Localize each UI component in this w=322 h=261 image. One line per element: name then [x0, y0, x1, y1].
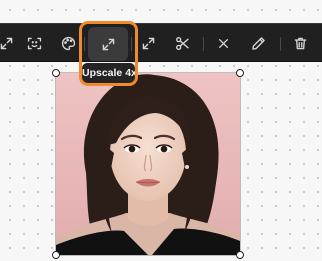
pencil-icon [251, 36, 265, 50]
scissors-icon [175, 36, 189, 50]
close-button[interactable] [211, 31, 235, 55]
resize-handle-bottom-left[interactable] [52, 251, 60, 259]
crop-expand-button[interactable] [136, 31, 160, 55]
trash-icon [294, 37, 306, 49]
resize-handle-bottom-right[interactable] [236, 251, 244, 259]
cut-button[interactable] [170, 31, 194, 55]
crop-expand-icon [142, 37, 154, 49]
upscale-arrows-icon [102, 38, 114, 50]
close-icon [218, 38, 228, 48]
color-palette-button[interactable] [56, 31, 80, 55]
delete-button[interactable] [288, 31, 312, 55]
toolbar-divider [131, 37, 132, 51]
toolbar-divider [280, 37, 281, 51]
resize-handle-top-right[interactable] [236, 69, 244, 77]
edit-button[interactable] [246, 31, 270, 55]
upscale-button[interactable] [88, 27, 128, 61]
toolbar-divider [84, 37, 85, 51]
portrait-photo [56, 73, 240, 255]
upscale-tooltip: Upscale 4x [82, 63, 137, 83]
face-scan-icon [27, 37, 41, 49]
face-detect-button[interactable] [22, 31, 46, 55]
portrait-image[interactable] [55, 72, 241, 256]
toolbar-divider [203, 37, 204, 51]
expand-icon [0, 37, 12, 49]
image-toolbar [0, 23, 322, 62]
palette-icon [61, 36, 75, 50]
expand-button[interactable] [0, 31, 18, 55]
resize-handle-top-left[interactable] [52, 69, 60, 77]
